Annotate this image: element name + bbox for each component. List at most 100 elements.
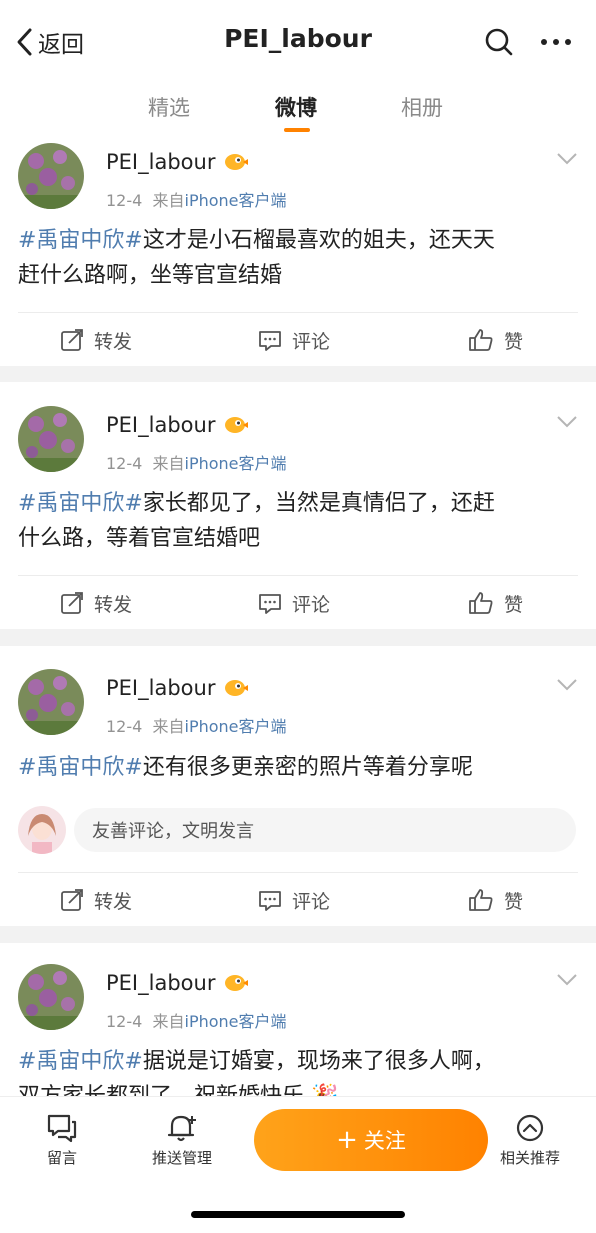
follow-button[interactable]: + 关注 (254, 1109, 488, 1171)
username[interactable]: PEI_labour (106, 971, 249, 995)
tab-weibo[interactable]: 微博 (275, 92, 317, 122)
forward-button[interactable]: 转发 (60, 575, 132, 631)
forward-icon (61, 329, 83, 351)
post-card: PEI_labour 12-4 来自iPhone客户端 #禹宙中欣#据说是订婚宴… (0, 943, 596, 1096)
push-settings-button[interactable]: 推送管理 (152, 1113, 212, 1168)
post-actions: 转发 评论 赞 (0, 872, 596, 928)
like-label: 赞 (504, 330, 524, 353)
post-source[interactable]: iPhone客户端 (185, 191, 287, 210)
source-prefix: 来自 (152, 1012, 185, 1031)
post-text-line: 还有很多更亲密的照片等着分享呢 (142, 755, 473, 780)
chevron-up-circle-icon (516, 1114, 544, 1142)
post-menu-button[interactable] (556, 972, 578, 991)
post-text-line: 这才是小石榴最喜欢的姐夫，还天天 (142, 228, 495, 253)
related-recommend-label: 相关推荐 (500, 1149, 561, 1167)
vip-badge-icon (225, 154, 249, 170)
post-actions: 转发 评论 赞 (0, 575, 596, 631)
post-text: #禹宙中欣#据说是订婚宴，现场来了很多人啊， 双方家长都到了，祝新婚快乐 🎉 (18, 1044, 578, 1096)
post-menu-button[interactable] (556, 414, 578, 433)
post-card: PEI_labour 12-4 来自iPhone客户端 #禹宙中欣#这才是小石榴… (0, 138, 596, 366)
quick-comment-row: 友善评论，文明发言 (0, 804, 596, 856)
thumbs-up-icon (469, 329, 493, 351)
bottom-action-bar: 留言 推送管理 + 关注 相关推荐 (0, 1096, 596, 1233)
post-meta: 12-4 来自iPhone客户端 (106, 1008, 287, 1032)
forward-button[interactable]: 转发 (60, 872, 132, 928)
like-button[interactable]: 赞 (468, 312, 523, 368)
username[interactable]: PEI_labour (106, 150, 249, 174)
avatar[interactable] (18, 669, 84, 735)
comment-icon (259, 594, 281, 614)
post-menu-button[interactable] (556, 151, 578, 170)
avatar[interactable] (18, 143, 84, 209)
search-button[interactable] (484, 24, 514, 60)
post-text-line: 家长都见了，当然是真情侣了，还赶 (142, 491, 495, 516)
bell-plus-icon (167, 1115, 196, 1142)
post-source[interactable]: iPhone客户端 (185, 1012, 287, 1031)
thumbs-up-icon (469, 889, 493, 911)
source-prefix: 来自 (152, 191, 185, 210)
post-text-line: 什么路，等着官宣结婚吧 (18, 526, 261, 551)
post-date: 12-4 (106, 1012, 143, 1031)
post-meta: 12-4 来自iPhone客户端 (106, 450, 287, 474)
post-source[interactable]: iPhone客户端 (185, 454, 287, 473)
username[interactable]: PEI_labour (106, 676, 249, 700)
more-button[interactable] (540, 24, 572, 60)
avatar[interactable] (18, 406, 84, 472)
follow-label: 关注 (363, 1129, 406, 1153)
like-button[interactable]: 赞 (468, 575, 523, 631)
forward-icon (61, 889, 83, 911)
more-icon (541, 39, 571, 45)
hashtag-link[interactable]: #禹宙中欣# (18, 491, 143, 516)
profile-tabs: 精选 微博 相册 (0, 82, 596, 138)
post-feed[interactable]: PEI_labour 12-4 来自iPhone客户端 #禹宙中欣#这才是小石榴… (0, 138, 596, 1096)
username-text: PEI_labour (106, 971, 216, 995)
related-recommend-button[interactable]: 相关推荐 (500, 1113, 560, 1168)
party-popper-icon: 🎉 (311, 1084, 338, 1096)
forward-button[interactable]: 转发 (60, 312, 132, 368)
comment-button[interactable]: 评论 (258, 872, 330, 928)
like-button[interactable]: 赞 (468, 872, 523, 928)
home-indicator[interactable] (191, 1211, 405, 1218)
tab-featured[interactable]: 精选 (148, 92, 190, 122)
message-button[interactable]: 留言 (46, 1113, 78, 1168)
hashtag-link[interactable]: #禹宙中欣# (18, 755, 143, 780)
post-menu-button[interactable] (556, 677, 578, 696)
username[interactable]: PEI_labour (106, 413, 249, 437)
post-text-line: 赶什么路啊，坐等官宣结婚 (18, 263, 283, 288)
comment-button[interactable]: 评论 (258, 575, 330, 631)
vip-badge-icon (225, 417, 249, 433)
comment-button[interactable]: 评论 (258, 312, 330, 368)
chevron-down-icon (557, 974, 577, 986)
post-date: 12-4 (106, 717, 143, 736)
vip-badge-icon (225, 680, 249, 696)
forward-label: 转发 (94, 593, 133, 616)
post-text: #禹宙中欣#家长都见了，当然是真情侣了，还赶 什么路，等着官宣结婚吧 (18, 486, 578, 556)
post-card: PEI_labour 12-4 来自iPhone客户端 #禹宙中欣#还有很多更亲… (0, 646, 596, 926)
post-date: 12-4 (106, 191, 143, 210)
chevron-down-icon (557, 153, 577, 165)
username-text: PEI_labour (106, 676, 216, 700)
comment-icon (259, 331, 281, 351)
hashtag-link[interactable]: #禹宙中欣# (18, 228, 143, 253)
my-avatar (18, 806, 66, 854)
comment-label: 评论 (292, 593, 331, 616)
avatar[interactable] (18, 964, 84, 1030)
username-text: PEI_labour (106, 150, 216, 174)
comment-icon (259, 891, 281, 911)
post-meta: 12-4 来自iPhone客户端 (106, 187, 287, 211)
comment-input[interactable]: 友善评论，文明发言 (74, 808, 576, 852)
chevron-down-icon (557, 416, 577, 428)
post-actions: 转发 评论 赞 (0, 312, 596, 368)
push-settings-label: 推送管理 (152, 1149, 213, 1167)
hashtag-link[interactable]: #禹宙中欣# (18, 1049, 143, 1074)
active-tab-indicator (284, 128, 310, 132)
post-source[interactable]: iPhone客户端 (185, 717, 287, 736)
username-text: PEI_labour (106, 413, 216, 437)
search-icon (485, 28, 513, 56)
post-text: #禹宙中欣#这才是小石榴最喜欢的姐夫，还天天 赶什么路啊，坐等官宣结婚 (18, 223, 578, 293)
tab-album[interactable]: 相册 (401, 92, 443, 122)
message-label: 留言 (46, 1149, 77, 1167)
plus-icon: + (336, 1125, 358, 1155)
comment-label: 评论 (292, 890, 331, 913)
post-card: PEI_labour 12-4 来自iPhone客户端 #禹宙中欣#家长都见了，… (0, 382, 596, 629)
